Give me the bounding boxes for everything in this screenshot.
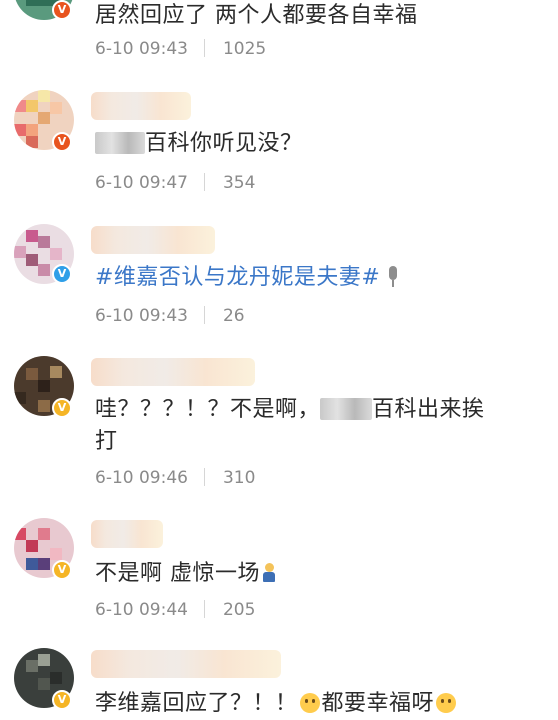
verified-badge-icon: V [52, 0, 72, 20]
divider [203, 39, 205, 57]
comment-time: 6-10 09:46 [95, 468, 188, 488]
comment-text: 居然回应了 两个人都要各自幸福 [95, 3, 418, 28]
comment-time: 6-10 09:43 [95, 306, 188, 326]
verified-badge-icon: V [52, 398, 72, 418]
comment-text: #维嘉否认与龙丹妮是夫妻# [95, 262, 535, 294]
smile-emoji-icon [436, 693, 457, 713]
username-blurred[interactable] [91, 92, 191, 120]
comment-time: 6-10 09:44 [95, 600, 188, 620]
comment-meta: 6-10 09:43 1025 [95, 38, 266, 60]
comment-text: 李维嘉回应了？！！ 都要幸福呀 [95, 688, 535, 720]
comment-text: 百科你听见没？ [95, 128, 535, 160]
comment-time: 6-10 09:43 [95, 39, 188, 59]
verified-badge-icon: V [52, 560, 72, 580]
comment-text: 哇？？？！？不是啊， 百科出来挨 打 [95, 397, 485, 454]
like-count[interactable]: 354 [223, 173, 255, 193]
like-count[interactable]: 26 [223, 306, 245, 326]
divider [203, 306, 205, 324]
username-blurred[interactable] [91, 650, 281, 678]
divider [203, 468, 205, 486]
username-blurred[interactable] [91, 226, 215, 254]
username-blurred[interactable] [91, 520, 163, 548]
redacted-text [320, 398, 373, 420]
comment-text: 不是啊 虚惊一场 [95, 558, 535, 590]
hashtag-link[interactable]: #维嘉否认与龙丹妮是夫妻# [95, 265, 380, 290]
person-emoji-icon [262, 563, 276, 583]
like-count[interactable]: 1025 [223, 39, 266, 59]
divider [203, 173, 205, 191]
microphone-icon [386, 266, 400, 288]
comment-meta: 6-10 09:46 310 [95, 467, 255, 489]
verified-badge-icon: V [52, 690, 72, 710]
like-count[interactable]: 310 [223, 468, 255, 488]
comment-meta: 6-10 09:43 26 [95, 305, 245, 327]
divider [203, 600, 205, 618]
comment-meta: 6-10 09:44 205 [95, 599, 255, 621]
redacted-text [95, 132, 145, 154]
comment-meta: 6-10 09:47 354 [95, 172, 255, 194]
username-blurred[interactable] [91, 358, 255, 386]
smile-emoji-icon [299, 693, 320, 713]
comment-time: 6-10 09:47 [95, 173, 188, 193]
verified-badge-icon: V [52, 132, 72, 152]
like-count[interactable]: 205 [223, 600, 255, 620]
verified-badge-icon: V [52, 264, 72, 284]
